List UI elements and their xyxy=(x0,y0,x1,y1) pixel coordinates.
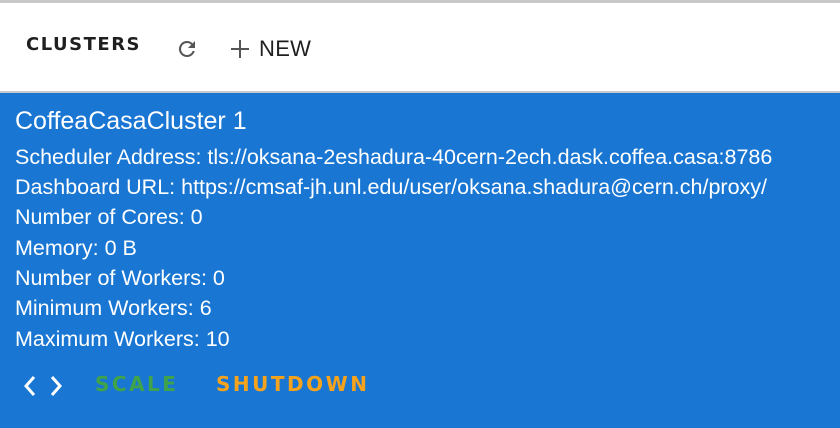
number-of-cores: Number of Cores: 0 xyxy=(15,205,203,229)
cluster-name: CoffeaCasaCluster 1 xyxy=(15,107,247,135)
minimum-workers: Minimum Workers: 6 xyxy=(15,296,212,320)
refresh-icon xyxy=(178,40,195,57)
memory: Memory: 0 B xyxy=(15,236,137,260)
inject-code-button[interactable] xyxy=(23,370,64,402)
clusters-header: CLUSTERS NEW xyxy=(0,3,840,91)
maximum-workers: Maximum Workers: 10 xyxy=(15,327,230,351)
cluster-card[interactable]: CoffeaCasaCluster 1 Scheduler Address: t… xyxy=(0,93,840,428)
plus-icon xyxy=(231,40,249,58)
new-button-label: NEW xyxy=(259,36,312,61)
panel-title: CLUSTERS xyxy=(26,34,142,55)
shutdown-button[interactable]: SHUTDOWN xyxy=(216,372,369,396)
dashboard-url[interactable]: Dashboard URL: https://cmsaf-jh.unl.edu/… xyxy=(15,175,767,200)
new-cluster-button[interactable]: NEW xyxy=(230,35,311,63)
cluster-actions: SCALE SHUTDOWN xyxy=(0,368,840,404)
refresh-button[interactable] xyxy=(174,37,200,61)
scale-button[interactable]: SCALE xyxy=(95,372,178,396)
scheduler-address: Scheduler Address: tls://oksana-2eshadur… xyxy=(15,145,773,169)
code-icon xyxy=(23,376,63,396)
number-of-workers: Number of Workers: 0 xyxy=(15,266,225,290)
